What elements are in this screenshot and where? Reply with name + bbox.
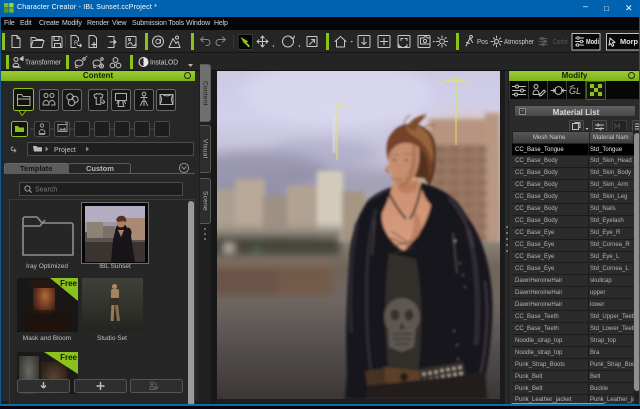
svg-text:R: R (74, 41, 79, 47)
svg-text:Template: Template (20, 164, 52, 173)
svg-text:GL: GL (569, 86, 581, 96)
svg-text:Search: Search (35, 187, 57, 194)
svg-text:Transformer: Transformer (25, 60, 62, 67)
svg-text:Modi: Modi (586, 39, 599, 46)
svg-text:Custom: Custom (86, 164, 114, 173)
svg-text:Confor: Confor (553, 39, 568, 46)
svg-text:Morp: Morp (620, 39, 638, 46)
svg-text:Pos: Pos (477, 39, 488, 46)
svg-text:Project: Project (54, 147, 76, 154)
svg-text:InstaLOD: InstaLOD (150, 60, 178, 67)
svg-text:Atmospher: Atmospher (504, 39, 535, 46)
